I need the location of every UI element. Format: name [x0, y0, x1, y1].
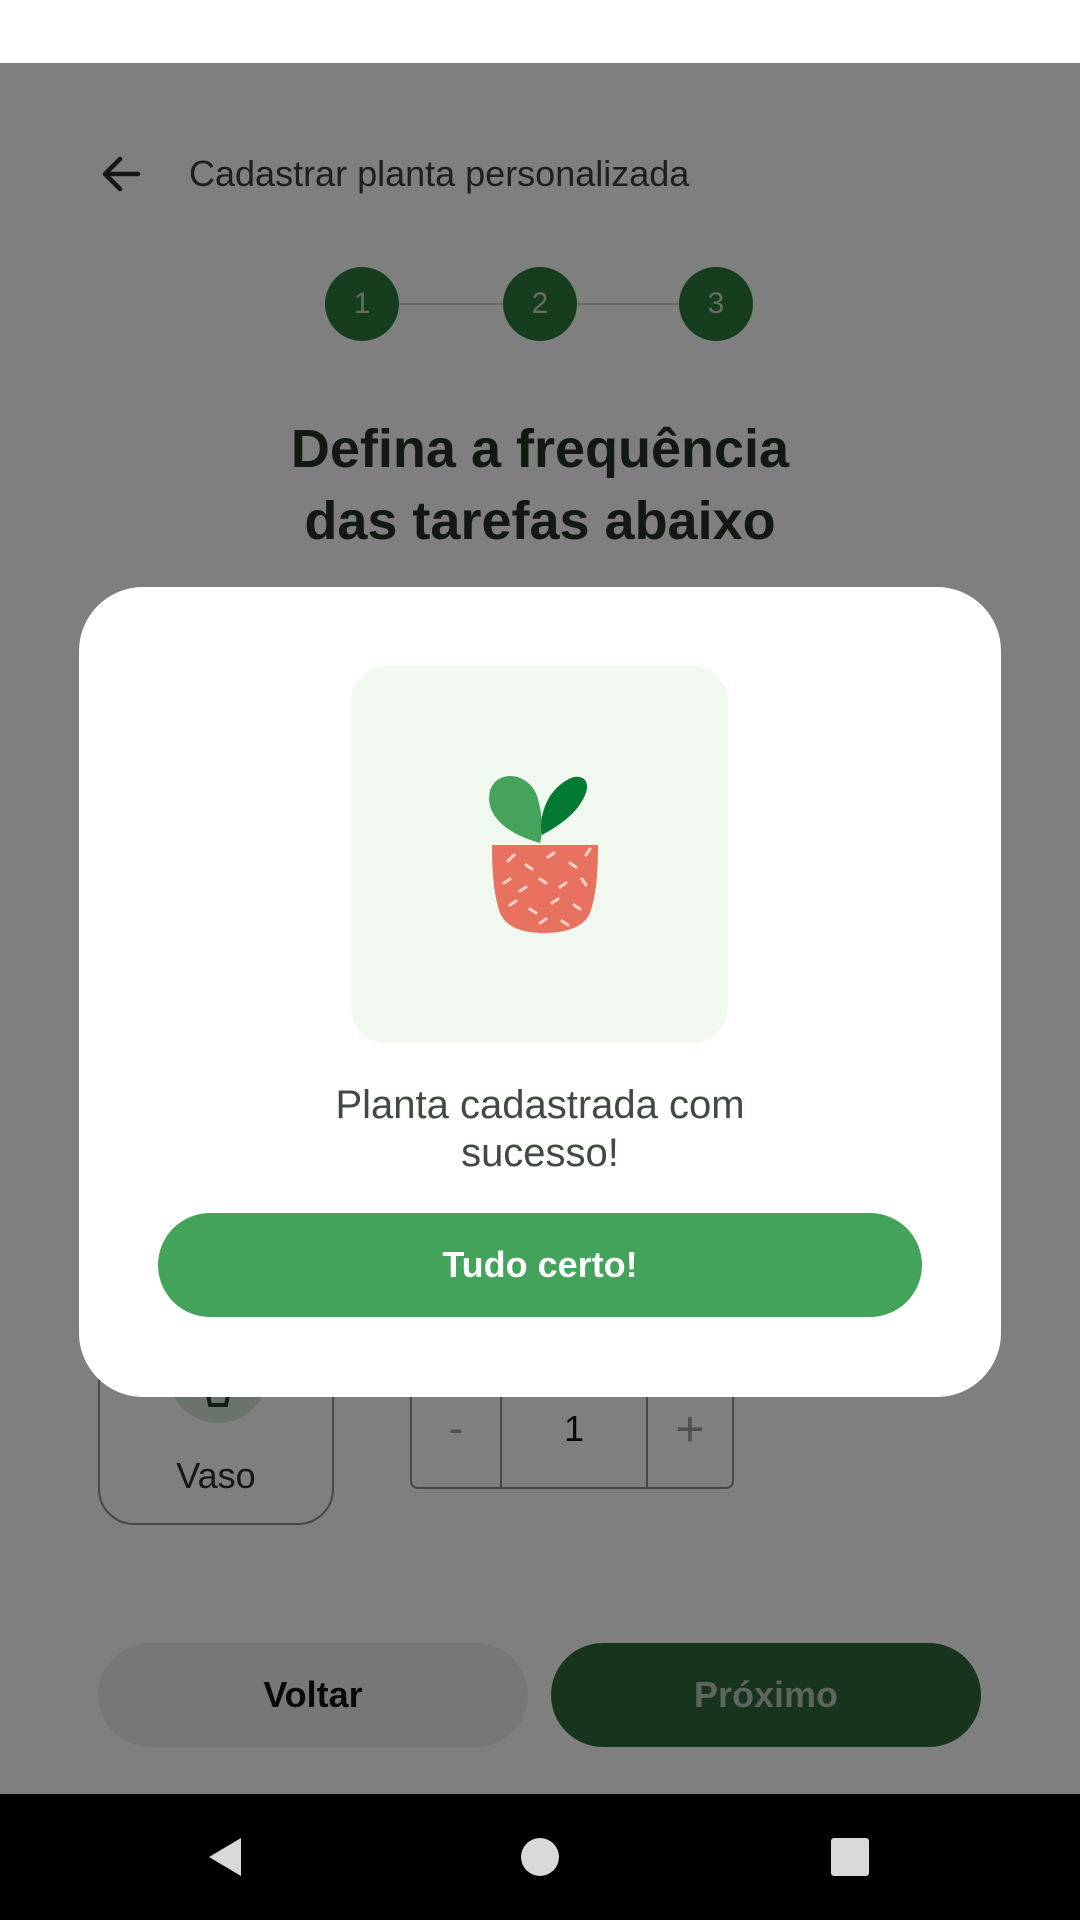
success-message-line-2: sucesso!	[461, 1131, 619, 1175]
nav-recents-icon	[831, 1838, 869, 1876]
success-message: Planta cadastrada com sucesso!	[219, 1081, 861, 1177]
nav-recents-button[interactable]	[820, 1827, 880, 1887]
illustration-card	[351, 666, 728, 1043]
success-dialog: Planta cadastrada com sucesso! Tudo cert…	[79, 587, 1001, 1397]
nav-back-button[interactable]	[196, 1827, 256, 1887]
success-message-line-1: Planta cadastrada com	[335, 1083, 745, 1127]
nav-home-button[interactable]	[510, 1827, 570, 1887]
nav-home-icon	[521, 1838, 559, 1876]
status-bar	[0, 0, 1080, 63]
app-screen: Cadastrar planta personalizada 1 2 3 Def…	[0, 63, 1080, 1794]
system-nav-bar	[0, 1794, 1080, 1920]
nav-back-icon	[209, 1838, 241, 1876]
confirm-button[interactable]: Tudo certo!	[158, 1213, 922, 1317]
plant-in-pot-icon	[488, 775, 598, 933]
